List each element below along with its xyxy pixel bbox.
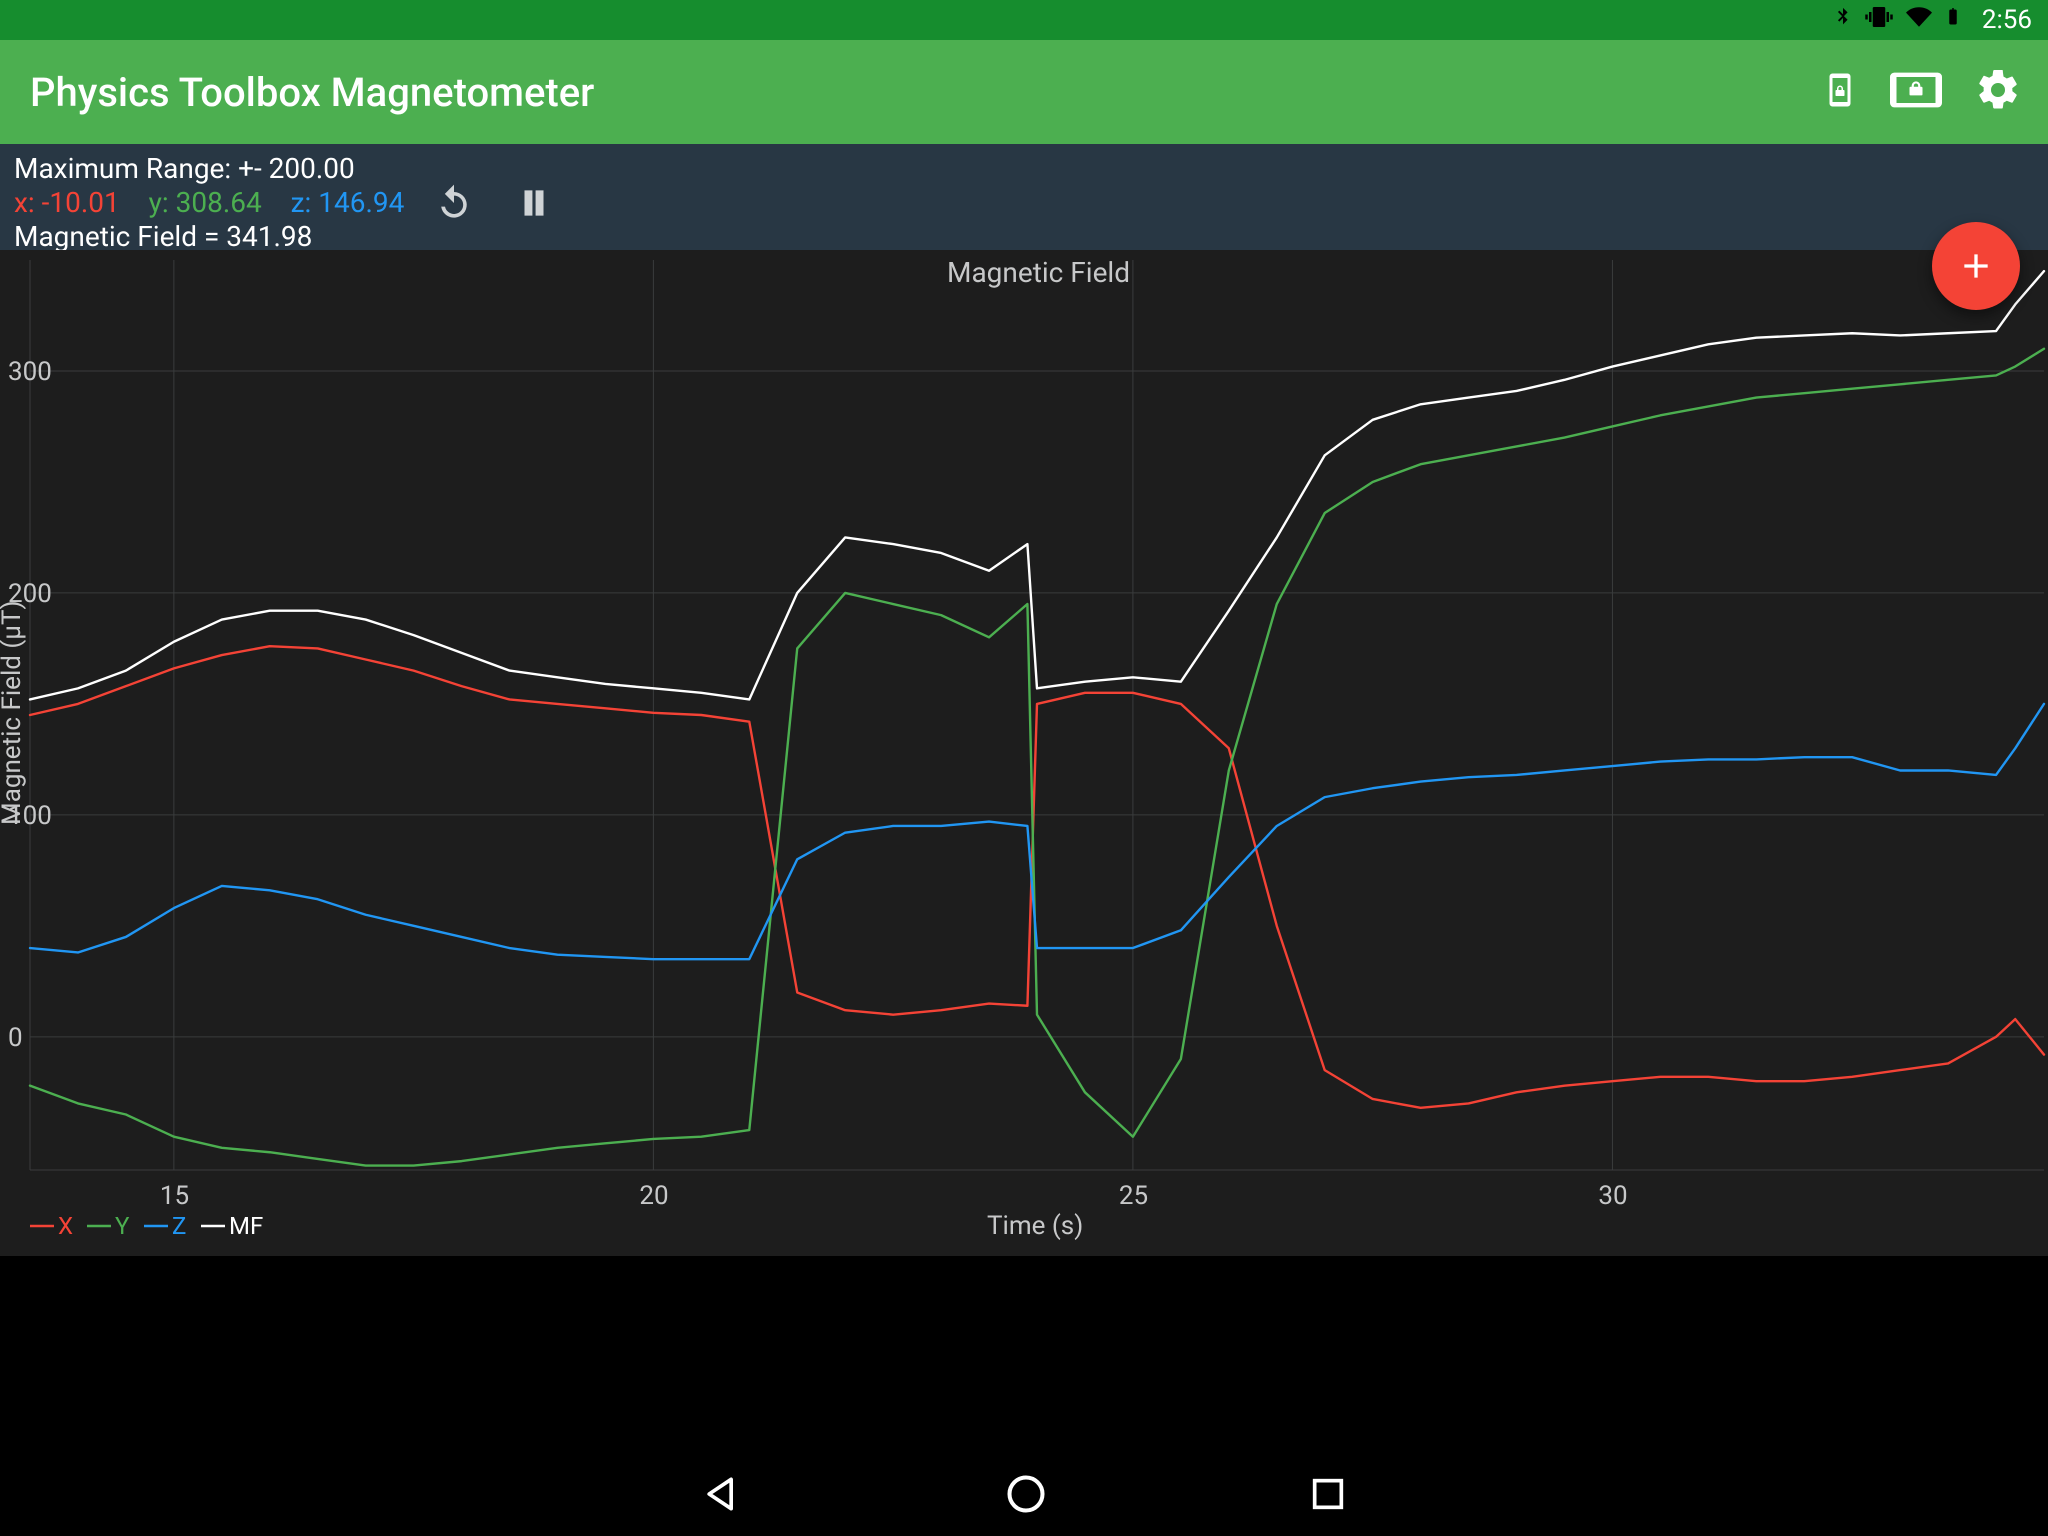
series-mf [30, 271, 2044, 699]
series-y [30, 349, 2044, 1166]
android-nav-bar [0, 1456, 2048, 1536]
z-value: z: 146.94 [291, 186, 405, 219]
android-status-bar: 2:56 [0, 0, 2048, 40]
y-value: y: 308.64 [149, 186, 262, 219]
fab-add-button[interactable] [1932, 222, 2020, 310]
legend-x: X [58, 1212, 73, 1240]
chart-title: Magnetic Field [947, 256, 1130, 289]
vibrate-icon [1864, 2, 1894, 39]
recents-button[interactable] [1308, 1474, 1348, 1518]
xyz-readout: x: -10.01 y: 308.64 z: 146.94 [14, 186, 414, 220]
wifi-icon [1904, 4, 1934, 37]
svg-text:15: 15 [160, 1181, 189, 1211]
status-clock: 2:56 [1982, 5, 2032, 35]
app-bar: Physics Toolbox Magnetometer [0, 40, 2048, 144]
legend-mf: MF [229, 1212, 263, 1240]
battery-icon [1944, 3, 1962, 38]
back-button[interactable] [700, 1472, 744, 1520]
legend-z: Z [172, 1212, 186, 1240]
magnetic-field-text: Magnetic Field = 341.98 [14, 220, 414, 254]
x-value: x: -10.01 [14, 186, 120, 219]
chart-y-axis-label: Magnetic Field (µT) [0, 600, 27, 825]
app-title: Physics Toolbox Magnetometer [30, 69, 594, 116]
series-x [30, 646, 2044, 1108]
series-z [30, 704, 2044, 959]
svg-text:300: 300 [8, 357, 52, 387]
chart-x-axis-label: Time (s) [987, 1211, 1083, 1241]
reset-button[interactable] [414, 181, 494, 225]
pause-button[interactable] [494, 181, 574, 225]
home-button[interactable] [1004, 1472, 1048, 1520]
orientation-landscape-lock-icon[interactable] [1890, 70, 1942, 114]
chart-area[interactable]: 010020030015202530Magnetic Field (µT)Tim… [0, 250, 2048, 1256]
svg-text:25: 25 [1119, 1181, 1148, 1211]
bluetooth-icon [1832, 2, 1854, 39]
svg-text:30: 30 [1598, 1181, 1627, 1211]
sensor-readout-bar: Maximum Range: +- 200.00 x: -10.01 y: 30… [0, 144, 2048, 250]
gear-icon[interactable] [1974, 66, 2022, 118]
orientation-portrait-lock-icon[interactable] [1822, 68, 1858, 116]
legend-y: Y [115, 1212, 130, 1240]
svg-text:0: 0 [8, 1023, 23, 1053]
svg-text:20: 20 [639, 1181, 668, 1211]
max-range-text: Maximum Range: +- 200.00 [14, 152, 414, 186]
